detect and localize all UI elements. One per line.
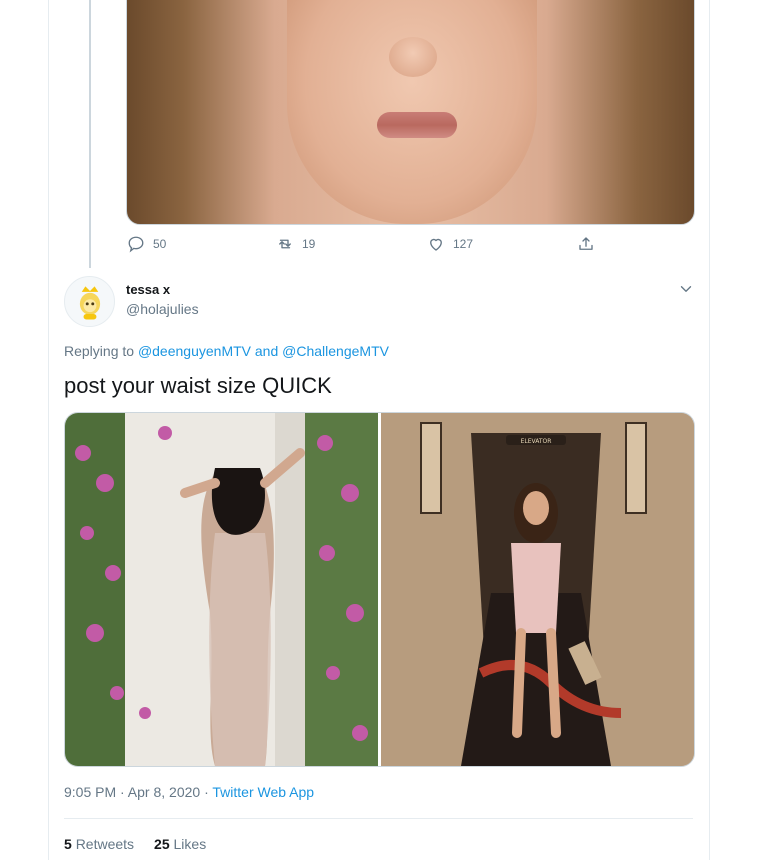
tweet-meta: 9:05 PM · Apr 8, 2020 · Twitter Web App bbox=[64, 784, 314, 800]
mention-link-1[interactable]: @deenguyenMTV bbox=[138, 343, 251, 359]
replying-and: and bbox=[254, 343, 279, 359]
replying-prefix: Replying to bbox=[64, 343, 135, 359]
previous-tweet-image[interactable] bbox=[126, 0, 695, 225]
tweet-source[interactable]: Twitter Web App bbox=[212, 784, 314, 800]
avatar-emoji bbox=[79, 285, 100, 319]
author-handle[interactable]: @holajulies bbox=[126, 301, 199, 317]
tweet-media: ELEVATOR bbox=[64, 412, 695, 767]
photo-right-illustration: ELEVATOR bbox=[381, 413, 694, 766]
thread-connector-line bbox=[89, 0, 91, 268]
meta-separator: · bbox=[204, 784, 209, 800]
retweets-label: Retweets bbox=[75, 836, 135, 852]
reply-action[interactable]: 50 bbox=[127, 235, 166, 253]
like-icon bbox=[430, 238, 442, 251]
elevator-sign: ELEVATOR bbox=[521, 438, 552, 445]
media-photo-left[interactable] bbox=[65, 413, 378, 766]
media-photo-right[interactable]: ELEVATOR bbox=[381, 413, 694, 766]
face-lips bbox=[377, 112, 457, 138]
replying-to-line: Replying to @deenguyenMTV and @Challenge… bbox=[64, 343, 389, 359]
author-display-name[interactable]: tessa x bbox=[126, 282, 170, 297]
reply-count: 50 bbox=[153, 237, 167, 251]
divider bbox=[64, 818, 693, 819]
share-icon bbox=[579, 237, 593, 250]
likes-label: Likes bbox=[173, 836, 207, 852]
tweet-stats: 5 Retweets 25 Likes bbox=[64, 836, 206, 852]
retweet-icon bbox=[279, 239, 291, 249]
tweet-timestamp[interactable]: 9:05 PM · Apr 8, 2020 bbox=[64, 784, 200, 800]
face-nose bbox=[389, 37, 437, 77]
photo-left-illustration bbox=[65, 413, 378, 766]
reply-icon bbox=[128, 236, 144, 253]
chevron-down-icon[interactable] bbox=[677, 280, 695, 298]
retweet-action[interactable]: 19 bbox=[276, 235, 315, 253]
retweets-count: 5 bbox=[64, 836, 72, 852]
retweets-stat[interactable]: 5 Retweets bbox=[64, 836, 134, 852]
avatar[interactable] bbox=[64, 276, 115, 327]
likes-count: 25 bbox=[154, 836, 170, 852]
mention-link-2[interactable]: @ChallengeMTV bbox=[282, 343, 389, 359]
share-action[interactable] bbox=[577, 235, 595, 253]
retweet-count: 19 bbox=[302, 237, 316, 251]
likes-stat[interactable]: 25 Likes bbox=[154, 836, 206, 852]
like-count: 127 bbox=[453, 237, 474, 251]
like-action[interactable]: 127 bbox=[427, 235, 473, 253]
tweet-text: post your waist size QUICK bbox=[64, 373, 332, 398]
